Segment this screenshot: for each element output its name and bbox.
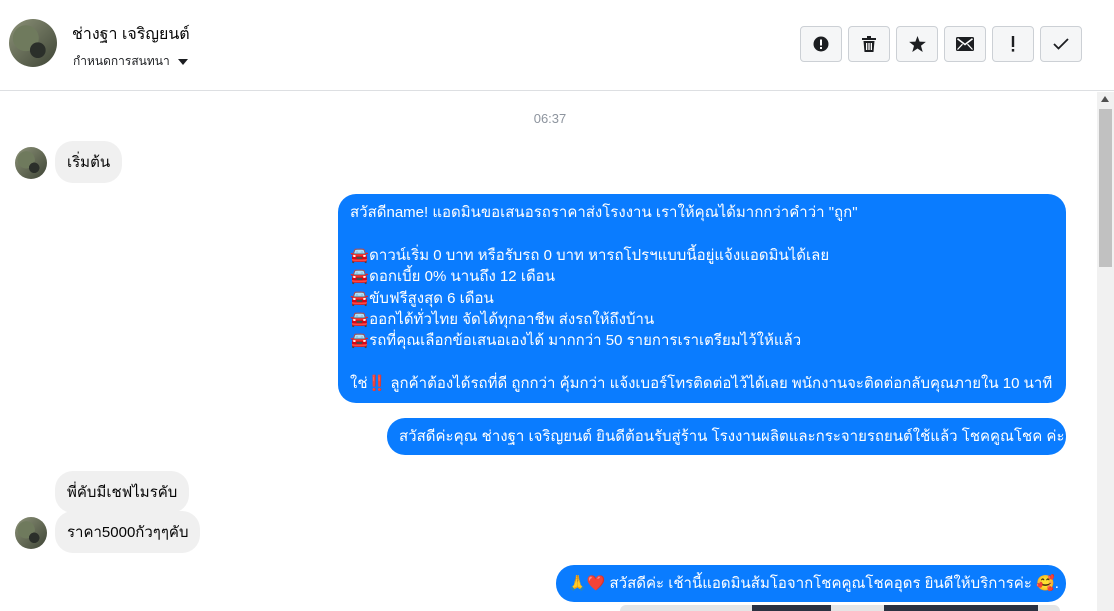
car-emoji: 🚘 [350, 246, 369, 264]
star-icon [908, 36, 926, 52]
chat-scrollbar[interactable] [1097, 92, 1114, 611]
header-actions [800, 26, 1082, 62]
message-line [350, 352, 1054, 373]
mark-unread-button[interactable] [944, 26, 986, 62]
message-line: 🚘 รถที่คุณเลือกข้อเสนอเองได้ มากกว่า 50 … [350, 330, 1054, 351]
alert-circle-icon [813, 36, 829, 52]
outgoing-message: สวัสดีname! แอดมินขอเสนอรถราคาส่งโรงงาน … [338, 194, 1066, 403]
mark-spam-button[interactable] [800, 26, 842, 62]
message-line: 🚘 ขับฟรีสูงสุด 6 เดือน [350, 288, 1054, 309]
contact-avatar[interactable] [9, 19, 57, 67]
message-line: 🚘 ออกได้ทั่วไทย จัดได้ทุกอาชีพ ส่งรถให้ถ… [350, 309, 1054, 330]
incoming-message: เริ่มต้น [55, 141, 123, 183]
message-line: สวัสดีname! แอดมินขอเสนอรถราคาส่งโรงงาน … [350, 204, 858, 221]
contact-avatar-small[interactable] [15, 517, 47, 549]
message-timestamp: 06:37 [533, 111, 567, 126]
message-line [350, 223, 1054, 244]
assign-label: กำหนดการสนทนา [73, 54, 170, 68]
incoming-message: ราคา5000กัวๆๆคับ [55, 511, 201, 553]
caret-down-icon [177, 58, 188, 65]
mark-done-button[interactable] [1040, 26, 1082, 62]
image-attachment-preview[interactable] [620, 605, 1060, 611]
follow-up-button[interactable] [992, 26, 1034, 62]
car-emoji: 🚘 [350, 310, 369, 328]
outgoing-message: 🙏❤️ สวัสดีค่ะ เช้านี้แอดมินส้มโอจากโชคคู… [556, 565, 1066, 602]
message-line: ใช่‼️ ลูกค้าต้องได้รถที่ดี ถูกกว่า คุ้มก… [350, 375, 1053, 393]
delete-button[interactable] [848, 26, 890, 62]
assign-conversation-dropdown[interactable]: กำหนดการสนทนา [73, 52, 188, 71]
car-emoji: 🚘 [350, 332, 369, 350]
incoming-message: พี่คับมีเชฟไมรคับ [55, 471, 190, 513]
outgoing-message: สวัสดีค่ะคุณ ช่างฐา เจริญยนต์ ยินดีต้อนร… [387, 418, 1066, 455]
check-icon [1053, 38, 1069, 50]
contact-name[interactable]: ช่างฐา เจริญยนต์ [72, 22, 190, 47]
message-line: 🚘 ดอกเบี้ย 0% นานถึง 12 เดือน [350, 266, 1054, 287]
envelope-icon [956, 37, 974, 51]
contact-avatar-small[interactable] [15, 147, 47, 179]
scroll-up-arrow-icon[interactable] [1101, 96, 1109, 102]
scroll-thumb[interactable] [1099, 109, 1112, 267]
message-line: 🚘 ดาวน์เริ่ม 0 บาท หรือรับรถ 0 บาท หารถโ… [350, 245, 1054, 266]
conversation-header: ช่างฐา เจริญยนต์ กำหนดการสนทนา [0, 0, 1114, 91]
car-emoji: 🚘 [350, 289, 369, 307]
star-button[interactable] [896, 26, 938, 62]
car-emoji: 🚘 [350, 268, 369, 286]
trash-icon [862, 36, 876, 52]
exclamation-icon [1011, 36, 1015, 52]
